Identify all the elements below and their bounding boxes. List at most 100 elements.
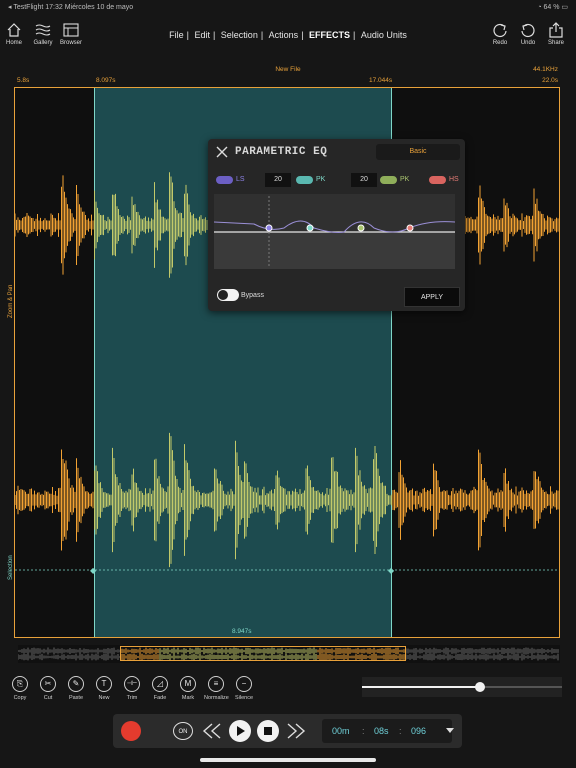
band-pk2-label: PK bbox=[400, 176, 410, 183]
band-pk2-toggle[interactable] bbox=[380, 176, 397, 184]
silence-button[interactable]: − Silence bbox=[232, 676, 256, 701]
status-bar: ◂ TestFlight 17:32 Miércoles 10 de mayo … bbox=[0, 0, 576, 14]
copy-icon: ⎘ bbox=[12, 676, 28, 692]
menu-actions[interactable]: Actions bbox=[269, 30, 299, 40]
rewind-icon[interactable] bbox=[201, 722, 223, 740]
band-ls-node[interactable] bbox=[265, 224, 273, 232]
new-icon: T bbox=[96, 676, 112, 692]
fast-forward-icon[interactable] bbox=[285, 722, 307, 740]
play-icon bbox=[237, 726, 245, 736]
silence-icon: − bbox=[236, 676, 252, 692]
tool-label: Paste bbox=[68, 695, 84, 701]
redo-button[interactable]: Redo bbox=[490, 22, 510, 46]
normalize-icon: ≡ bbox=[208, 676, 224, 692]
band-ls-label: LS bbox=[236, 176, 245, 183]
tool-label: Trim bbox=[126, 695, 138, 701]
menu-audio-units[interactable]: Audio Units bbox=[361, 30, 407, 40]
bypass-toggle[interactable] bbox=[217, 289, 239, 301]
band-pk1-node[interactable] bbox=[306, 224, 314, 232]
close-icon[interactable] bbox=[215, 145, 229, 159]
volume-fill bbox=[362, 686, 480, 688]
fade-button[interactable]: ◿ Fade bbox=[148, 676, 172, 701]
time-milliseconds: 096 bbox=[411, 726, 427, 736]
time-end: 22.0s bbox=[542, 77, 558, 84]
status-right: ◔ 64 % ▭ bbox=[537, 4, 568, 11]
redo-label: Redo bbox=[492, 40, 508, 46]
selection-length: 8.947s bbox=[232, 628, 252, 635]
file-name: New File bbox=[275, 66, 301, 73]
bypass-label: Bypass bbox=[241, 292, 264, 299]
time-seconds: 08s bbox=[374, 726, 389, 736]
chevron-down-icon[interactable] bbox=[445, 727, 455, 735]
band-pk1-label: PK bbox=[316, 176, 326, 183]
eq-curve-graph[interactable] bbox=[214, 194, 455, 269]
band-pk2-node[interactable] bbox=[357, 224, 365, 232]
record-button[interactable] bbox=[121, 721, 141, 741]
share-button[interactable]: Share bbox=[546, 22, 566, 46]
time-sep-1: : bbox=[362, 726, 365, 736]
undo-button[interactable]: Undo bbox=[518, 22, 538, 46]
tool-label: New bbox=[98, 695, 110, 701]
menu-selection[interactable]: Selection bbox=[221, 30, 258, 40]
parametric-eq-panel: PARAMETRIC EQ Basic LS 20 PK 20 PK HS By… bbox=[208, 139, 465, 311]
copy-button[interactable]: ⎘ Copy bbox=[8, 676, 32, 701]
cut-button[interactable]: ✂ Cut bbox=[36, 676, 60, 701]
stop-button[interactable] bbox=[257, 720, 279, 742]
normalize-button[interactable]: ≡ Normalize bbox=[204, 676, 229, 701]
home-indicator bbox=[200, 758, 376, 762]
zoom-pan-label: Zoom & Pan bbox=[8, 284, 14, 318]
new-button[interactable]: T New bbox=[92, 676, 116, 701]
eq-mode-button[interactable]: Basic bbox=[376, 144, 460, 160]
transport-bar: ON 00m : 08s : 096 bbox=[113, 714, 462, 748]
menu-effects[interactable]: EFFECTS bbox=[309, 30, 350, 40]
gallery-label: Gallery bbox=[33, 40, 53, 46]
share-icon bbox=[549, 22, 563, 38]
tool-label: Mark bbox=[181, 695, 195, 701]
redo-icon bbox=[493, 23, 507, 38]
selection-handle-right[interactable]: ◆ bbox=[388, 566, 396, 575]
volume-thumb[interactable] bbox=[475, 682, 485, 692]
time-start: 5.8s bbox=[17, 77, 30, 84]
band-pk2-value[interactable]: 20 bbox=[351, 173, 377, 187]
time-selection-start: 8.097s bbox=[96, 77, 116, 84]
mark-button[interactable]: M Mark bbox=[176, 676, 200, 701]
band-pk1-value[interactable]: 20 bbox=[265, 173, 291, 187]
time-sep-2: : bbox=[399, 726, 402, 736]
menu-edit[interactable]: Edit bbox=[194, 30, 210, 40]
band-pk1-toggle[interactable] bbox=[296, 176, 313, 184]
menu-file[interactable]: File bbox=[169, 30, 184, 40]
stop-icon bbox=[264, 727, 272, 735]
band-hs-toggle[interactable] bbox=[429, 176, 446, 184]
tool-label: Silence bbox=[234, 695, 254, 701]
tool-label: Normalize bbox=[204, 695, 229, 701]
share-label: Share bbox=[547, 40, 564, 46]
loop-label: ON bbox=[178, 729, 188, 735]
play-button[interactable] bbox=[229, 720, 251, 742]
band-hs-label: HS bbox=[449, 176, 459, 183]
trim-icon: ⊣⊢ bbox=[124, 676, 140, 692]
overview-viewport[interactable] bbox=[120, 646, 406, 661]
fade-icon: ◿ bbox=[152, 676, 168, 692]
paste-icon: ✎ bbox=[68, 676, 84, 692]
apply-button[interactable]: APPLY bbox=[404, 287, 460, 307]
sample-rate: 44.1KHz bbox=[533, 66, 558, 73]
undo-label: Undo bbox=[520, 40, 536, 46]
selection-handle-left[interactable]: ◆ bbox=[90, 566, 98, 575]
time-minutes: 00m bbox=[332, 726, 350, 736]
home-label: Home bbox=[5, 40, 22, 46]
band-ls-toggle[interactable] bbox=[216, 176, 233, 184]
band-hs-node[interactable] bbox=[406, 224, 414, 232]
tools-row: ⎘ Copy ✂ Cut ✎ Paste T New ⊣⊢ Trim ◿ Fade M Mar… bbox=[8, 676, 268, 702]
paste-button[interactable]: ✎ Paste bbox=[64, 676, 88, 701]
volume-slider[interactable] bbox=[362, 677, 562, 697]
time-display: 00m : 08s : 096 bbox=[322, 719, 452, 743]
cut-icon: ✂ bbox=[40, 676, 56, 692]
status-left: ◂ TestFlight 17:32 Miércoles 10 de mayo bbox=[8, 4, 134, 11]
time-selection-end: 17.044s bbox=[369, 77, 393, 84]
overview-strip[interactable] bbox=[17, 645, 560, 663]
eq-title: PARAMETRIC EQ bbox=[235, 146, 328, 158]
selection-side-label: Selection bbox=[8, 555, 14, 580]
tool-label: Copy bbox=[13, 695, 27, 701]
trim-button[interactable]: ⊣⊢ Trim bbox=[120, 676, 144, 701]
loop-button[interactable]: ON bbox=[173, 722, 193, 740]
